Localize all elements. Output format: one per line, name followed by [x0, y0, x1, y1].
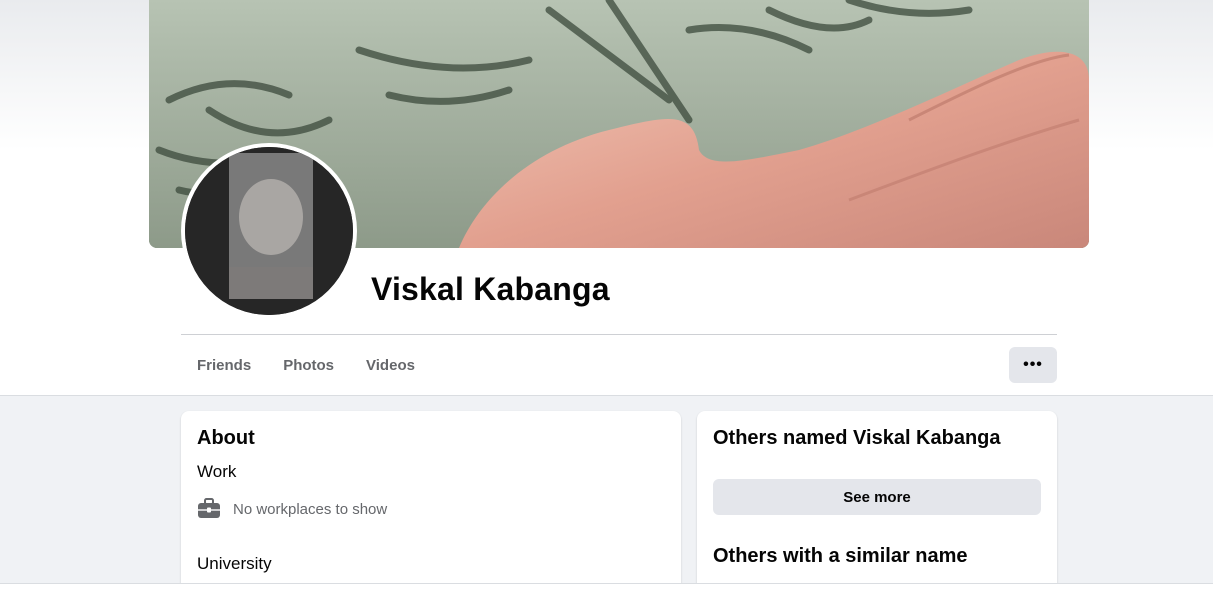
no-workplaces-row: No workplaces to show	[197, 497, 387, 521]
tab-videos[interactable]: Videos	[350, 347, 431, 383]
profile-avatar[interactable]	[181, 143, 357, 319]
avatar-image	[185, 147, 353, 315]
others-named-card: Others named Viskal Kabanga See more Oth…	[697, 411, 1057, 593]
more-options-button[interactable]: •••	[1009, 347, 1057, 383]
work-label: Work	[197, 462, 237, 481]
no-workplaces-text: No workplaces to show	[233, 500, 388, 518]
briefcase-icon	[198, 498, 220, 518]
profile-page: Viskal Kabanga Friends Photos Videos •••…	[0, 0, 1213, 593]
tab-photos[interactable]: Photos	[267, 347, 350, 383]
more-icon: •••	[1023, 356, 1043, 373]
university-label: University	[197, 554, 272, 573]
profile-name: Viskal Kabanga	[371, 271, 610, 307]
tab-friends[interactable]: Friends	[181, 347, 267, 383]
about-card: About Work No workplaces to show Univers…	[181, 411, 681, 593]
about-title: About	[197, 427, 255, 449]
header-divider	[181, 334, 1057, 335]
similar-name-title: Others with a similar name	[713, 545, 968, 567]
bottom-edge	[0, 583, 1213, 593]
see-more-button[interactable]: See more	[713, 479, 1041, 515]
profile-header: Viskal Kabanga Friends Photos Videos •••	[0, 0, 1213, 396]
profile-tabs: Friends Photos Videos	[181, 347, 431, 383]
others-named-title: Others named Viskal Kabanga	[713, 427, 1001, 449]
